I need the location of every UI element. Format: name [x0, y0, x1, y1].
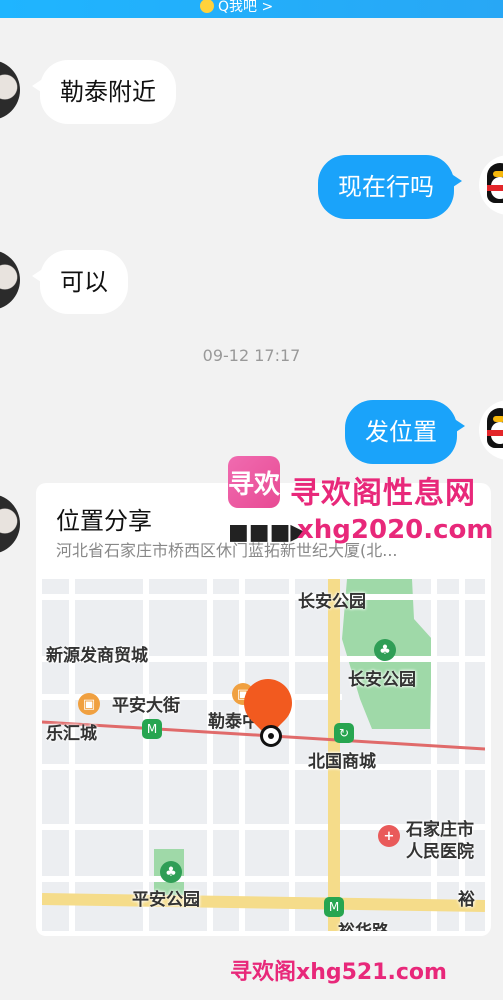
watermark-title: 寻欢阁性息网	[290, 476, 476, 511]
smile-icon	[200, 0, 214, 13]
metro-icon: M	[324, 897, 344, 917]
profile-link-label: Q我吧 >	[218, 0, 274, 15]
poi-label[interactable]: 平安大街	[112, 691, 180, 716]
message-timestamp: 09-12 17:17	[202, 346, 301, 365]
shopping-icon: ▣	[78, 693, 100, 715]
poi-label[interactable]: 北国商城	[308, 747, 376, 772]
contact-avatar[interactable]	[0, 250, 20, 310]
map-roads	[42, 579, 485, 931]
poi-label[interactable]: 长安公园	[298, 587, 366, 612]
profile-link[interactable]: Q我吧 >	[200, 0, 273, 16]
poi-label[interactable]: 平安公园	[132, 885, 200, 910]
message-bubble[interactable]: 发位置	[345, 400, 465, 464]
park-icon: ♣	[374, 639, 396, 661]
park-icon: ♣	[160, 861, 182, 883]
location-dot-icon	[260, 725, 282, 747]
watermark-arrow: ■■■▶	[228, 520, 308, 545]
poi-label[interactable]: 裕	[458, 885, 475, 910]
watermark-logo: 寻欢	[228, 456, 280, 508]
message-bubble[interactable]: 勒泰附近	[32, 60, 176, 124]
poi-label[interactable]: 人民医院	[406, 837, 474, 862]
message-bubble[interactable]: 现在行吗	[318, 155, 462, 219]
location-share-card[interactable]: 位置分享 河北省石家庄市桥西区休门蓝拓新世纪大厦(北... 长安公园 新源发商贸…	[36, 483, 491, 936]
metro-icon: ↻	[334, 723, 354, 743]
chat-header: Q我吧 >	[0, 0, 503, 18]
watermark-bottom: 寻欢阁xhg521.com	[230, 960, 447, 985]
location-card-title: 位置分享	[56, 507, 152, 535]
poi-label[interactable]: 裕华路	[338, 917, 389, 931]
hospital-icon: +	[378, 825, 400, 847]
my-avatar[interactable]	[479, 400, 503, 460]
contact-avatar[interactable]	[0, 494, 20, 554]
my-avatar[interactable]	[479, 155, 503, 215]
metro-icon: M	[142, 719, 162, 739]
contact-avatar[interactable]	[0, 60, 20, 120]
location-map[interactable]: 长安公园 新源发商贸城 ♣ ▣ 平安大街 长安公园 乐汇城 M ▣ 勒泰中心 ↻…	[42, 579, 485, 931]
poi-label[interactable]: 乐汇城	[46, 719, 97, 744]
poi-label[interactable]: 新源发商贸城	[46, 641, 148, 666]
message-bubble[interactable]: 可以	[32, 250, 128, 314]
poi-label[interactable]: 长安公园	[348, 665, 416, 690]
watermark-url: xhg2020.com	[297, 515, 494, 545]
